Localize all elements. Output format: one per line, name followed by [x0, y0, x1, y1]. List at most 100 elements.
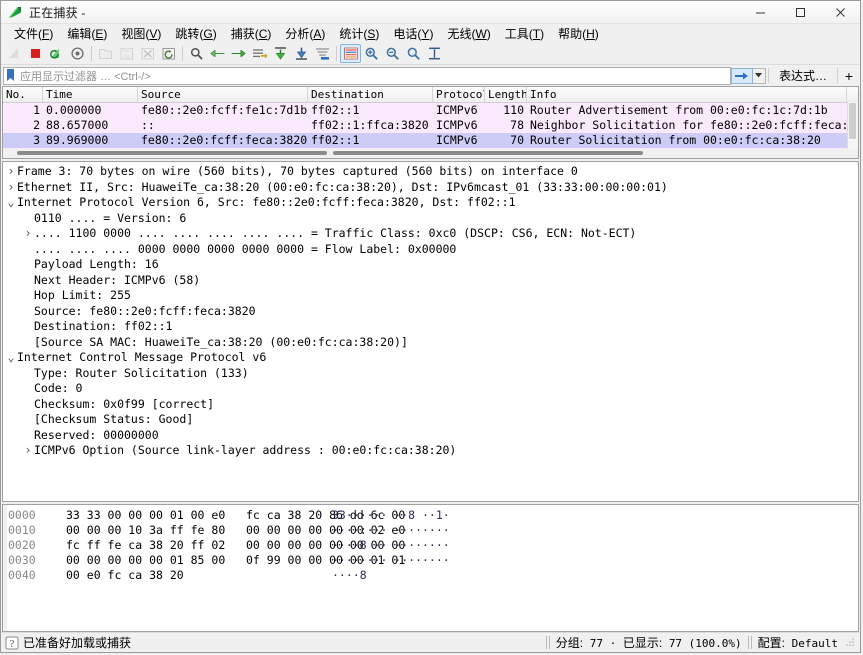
menu-statistics[interactable]: 统计(S) [332, 25, 386, 43]
filterbar-separator-2 [837, 68, 838, 83]
status-message: 已准备好加载或捕获 [23, 634, 540, 651]
packet-list-column-header[interactable]: Length [485, 87, 527, 102]
packet-detail-row[interactable]: Payload Length: 16 [3, 257, 858, 273]
maximize-button[interactable] [780, 1, 820, 23]
packet-list-h-thumb-right[interactable] [333, 151, 643, 155]
add-filter-button[interactable]: + [840, 68, 858, 84]
packet-detail-row[interactable]: Source: fe80::2e0:fcff:feca:3820 [3, 304, 858, 320]
main-toolbar [1, 43, 860, 65]
menu-wireless[interactable]: 无线(W) [440, 25, 497, 43]
menu-view[interactable]: 视图(V) [114, 25, 168, 43]
resize-columns-icon[interactable] [424, 44, 445, 63]
packet-list-column-header[interactable]: Source [138, 87, 308, 102]
go-to-packet-icon[interactable] [249, 44, 270, 63]
menu-accelerator: C [259, 27, 268, 41]
displayed-label: 已显示: [623, 636, 662, 650]
packet-detail-row[interactable]: 0110 .... = Version: 6 [3, 211, 858, 227]
filter-bookmark-icon[interactable] [5, 68, 16, 84]
go-forward-icon[interactable] [228, 44, 249, 63]
packet-list-header[interactable]: No.TimeSourceDestinationProtocolLengthIn… [3, 87, 858, 103]
packet-destination: ff02::1 [308, 133, 433, 148]
packet-list-h-thumb-left[interactable] [17, 151, 327, 155]
packet-list-column-header[interactable]: Time [43, 87, 138, 102]
packet-detail-row[interactable]: [Checksum Status: Good] [3, 412, 858, 428]
packet-detail-row[interactable]: ›Ethernet II, Src: HuaweiTe_ca:38:20 (00… [3, 180, 858, 196]
packet-detail-row[interactable]: [Source SA MAC: HuaweiTe_ca:38:20 (00:e0… [3, 335, 858, 351]
byte-view-row[interactable]: 003000 00 00 00 00 01 85 00 0f 99 00 00 … [3, 553, 858, 568]
wireshark-fin-logo-icon [8, 6, 22, 19]
byte-view-row[interactable]: 004000 e0 fc ca 38 20····8 [3, 568, 858, 583]
chevron-down-icon[interactable]: ⌄ [5, 350, 17, 366]
packet-list-row[interactable]: 389.969000fe80::2e0:fcff:feca:3820ff02::… [3, 133, 858, 148]
byte-view-row[interactable]: 000033 33 00 00 00 01 00 e0 fc ca 38 20 … [3, 508, 858, 523]
resize-grip[interactable] [844, 636, 858, 650]
packet-detail-row[interactable]: ›.... 1100 0000 .... .... .... .... ....… [3, 226, 858, 242]
reload-file-icon[interactable] [158, 44, 179, 63]
restart-capture-icon[interactable] [46, 44, 67, 63]
packet-detail-row[interactable]: ⌄Internet Control Message Protocol v6 [3, 350, 858, 366]
packet-detail-row[interactable]: ›Frame 3: 70 bytes on wire (560 bits), 7… [3, 164, 858, 180]
packet-detail-row[interactable]: ⌄Internet Protocol Version 6, Src: fe80:… [3, 195, 858, 211]
zoom-reset-icon[interactable] [403, 44, 424, 63]
minimize-button[interactable] [740, 1, 780, 23]
menu-file[interactable]: 文件(F) [7, 25, 60, 43]
byte-ascii: ····8 ·· ········ [306, 538, 450, 553]
packet-details-pane[interactable]: ›Frame 3: 70 bytes on wire (560 bits), 7… [2, 161, 859, 502]
packet-list-column-header[interactable]: No. [3, 87, 43, 102]
packet-detail-text: Destination: ff02::1 [34, 319, 172, 335]
packet-list-vertical-scroll-thumb[interactable] [849, 103, 856, 139]
packet-detail-row[interactable]: Next Header: ICMPv6 (58) [3, 273, 858, 289]
packet-list-pane[interactable]: No.TimeSourceDestinationProtocolLengthIn… [2, 86, 859, 159]
menu-analyze[interactable]: 分析(A) [278, 25, 332, 43]
packet-detail-row[interactable]: Type: Router Solicitation (133) [3, 366, 858, 382]
packet-list-column-header[interactable]: Protocol [433, 87, 485, 102]
go-last-packet-icon[interactable] [291, 44, 312, 63]
packet-destination: ff02::1:ffca:3820 [308, 118, 433, 133]
window-controls [740, 1, 860, 23]
menu-capture[interactable]: 捕获(C) [224, 25, 279, 43]
packet-length: 78 [485, 118, 527, 133]
packet-list-row[interactable]: 10.000000fe80::2e0:fcff:fe1c:7d1bff02::1… [3, 103, 858, 118]
chevron-right-icon[interactable]: › [5, 180, 17, 196]
auto-scroll-icon[interactable] [312, 44, 333, 63]
packet-list-column-header[interactable]: Destination [308, 87, 433, 102]
packet-detail-row[interactable]: Hop Limit: 255 [3, 288, 858, 304]
menu-go[interactable]: 跳转(G) [168, 25, 223, 43]
menu-tools[interactable]: 工具(T) [498, 25, 551, 43]
chevron-down-icon[interactable]: ⌄ [5, 195, 17, 211]
packet-bytes-pane[interactable]: 000033 33 00 00 00 01 00 e0 fc ca 38 20 … [2, 504, 859, 632]
chevron-right-icon[interactable]: › [22, 443, 34, 459]
expert-info-icon[interactable]: ? [1, 636, 23, 650]
packet-detail-row[interactable]: ›ICMPv6 Option (Source link-layer addres… [3, 443, 858, 459]
apply-filter-button[interactable] [731, 68, 753, 84]
capture-options-icon[interactable] [67, 44, 88, 63]
packet-list-row[interactable]: 288.657000::ff02::1:ffca:3820ICMPv678Nei… [3, 118, 858, 133]
go-back-icon[interactable] [207, 44, 228, 63]
packet-detail-row[interactable]: Checksum: 0x0f99 [correct] [3, 397, 858, 413]
find-packet-icon[interactable] [186, 44, 207, 63]
chevron-right-icon[interactable]: › [22, 226, 34, 242]
menu-edit[interactable]: 编辑(E) [60, 25, 114, 43]
packet-list-column-header[interactable]: Info [527, 87, 847, 102]
packet-detail-row[interactable]: .... .... .... 0000 0000 0000 0000 0000 … [3, 242, 858, 258]
zoom-in-icon[interactable] [361, 44, 382, 63]
packet-detail-row[interactable]: Destination: ff02::1 [3, 319, 858, 335]
packet-detail-row[interactable]: Code: 0 [3, 381, 858, 397]
packet-list-horizontal-scrollbar[interactable] [3, 149, 858, 158]
byte-view-row[interactable]: 001000 00 00 10 3a ff fe 80 00 00 00 00 … [3, 523, 858, 538]
profile-label: 配置: [758, 636, 785, 650]
chevron-right-icon[interactable]: › [5, 164, 17, 180]
profile-indicator[interactable]: 配置: Default [758, 634, 844, 651]
close-button[interactable] [820, 1, 860, 23]
menu-telephony[interactable]: 电话(Y) [386, 25, 440, 43]
byte-view-row[interactable]: 0020fc ff fe ca 38 20 ff 02 00 00 00 00 … [3, 538, 858, 553]
filter-expression-button[interactable]: 表达式… [771, 67, 835, 84]
display-filter-input[interactable]: 应用显示过滤器 … <Ctrl-/> [3, 67, 731, 85]
stop-capture-icon[interactable] [25, 44, 46, 63]
menu-help[interactable]: 帮助(H) [551, 25, 606, 43]
packet-detail-row[interactable]: Reserved: 00000000 [3, 428, 858, 444]
go-first-packet-icon[interactable] [270, 44, 291, 63]
filter-history-dropdown[interactable] [753, 68, 766, 84]
colorize-packets-icon[interactable] [340, 44, 361, 63]
zoom-out-icon[interactable] [382, 44, 403, 63]
